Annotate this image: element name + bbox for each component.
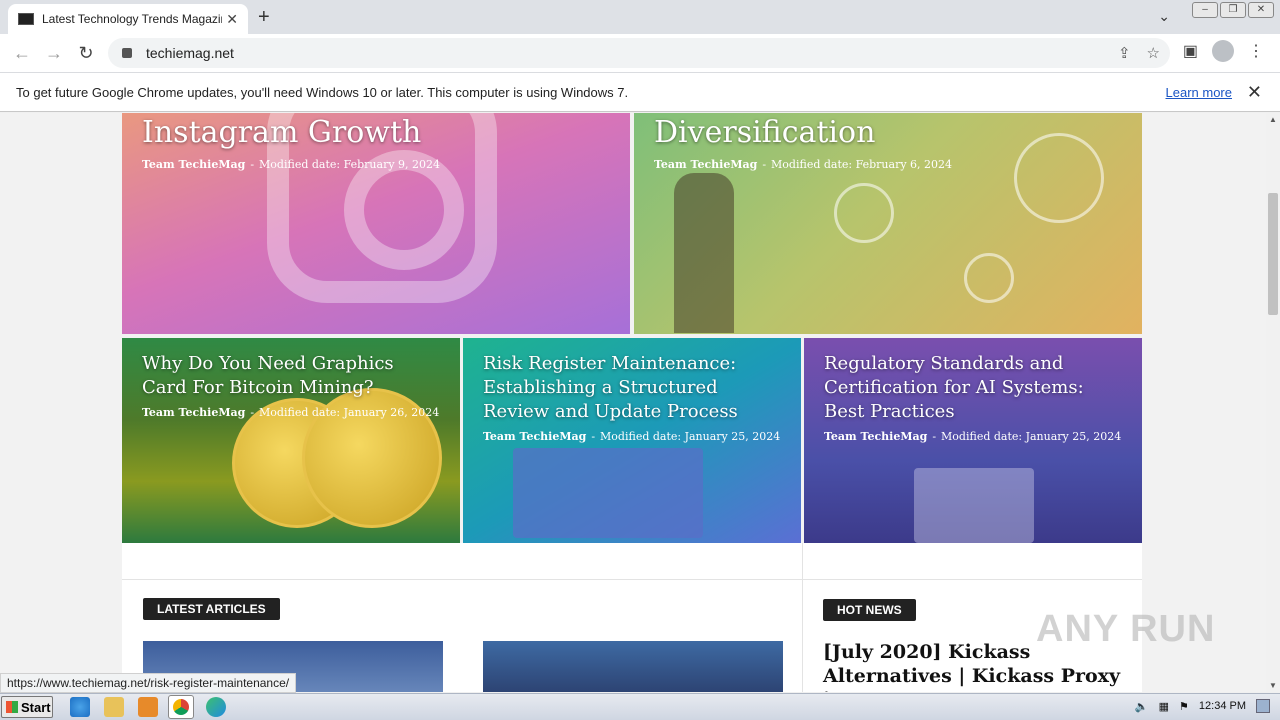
system-tray: 🔈 ▦ ⚑ 12:34 PM <box>1135 699 1270 713</box>
chrome-icon <box>173 699 189 715</box>
media-player-icon[interactable] <box>138 697 158 717</box>
address-bar[interactable]: techiemag.net ⇪ ☆ <box>108 38 1170 68</box>
new-tab-icon[interactable]: + <box>258 6 270 29</box>
site-favicon-icon <box>18 13 34 25</box>
infobar-close-icon[interactable]: ✕ <box>1247 82 1262 103</box>
lock-icon <box>122 48 132 58</box>
featured-title[interactable]: Regulatory Standards and Certification f… <box>824 352 1124 424</box>
clock[interactable]: 12:34 PM <box>1199 700 1246 712</box>
author[interactable]: Team TechieMag <box>142 158 245 171</box>
featured-title[interactable]: Instagram Growth <box>142 115 421 150</box>
network-icon[interactable]: ▦ <box>1159 700 1169 713</box>
forward-icon[interactable]: → <box>38 43 70 64</box>
network-image <box>834 183 894 243</box>
scroll-down-icon[interactable]: ▼ <box>1269 681 1277 690</box>
browser-tab[interactable]: Latest Technology Trends Magazine - ✕ <box>8 4 248 34</box>
author[interactable]: Team TechieMag <box>654 158 757 171</box>
scroll-up-icon[interactable]: ▲ <box>1269 115 1277 124</box>
laptop-image <box>513 448 703 538</box>
featured-card[interactable]: Diversification Team TechieMag - Modified … <box>634 113 1142 334</box>
page-scrollbar[interactable]: ▲ ▼ <box>1266 113 1280 692</box>
latest-articles-heading: LATEST ARTICLES <box>143 598 280 620</box>
windows-logo-icon <box>6 701 18 713</box>
tab-strip: Latest Technology Trends Magazine - ✕ + … <box>0 0 1280 34</box>
url-text: techiemag.net <box>146 45 234 61</box>
share-icon[interactable]: ⇪ <box>1118 44 1131 62</box>
scroll-thumb[interactable] <box>1268 193 1278 315</box>
page-viewport: Instagram Growth Team TechieMag - Modified… <box>0 113 1266 692</box>
post-meta: Team TechieMag - Modified date: January 25… <box>824 430 1122 443</box>
featured-card[interactable]: Risk Register Maintenance: Establishing … <box>463 338 801 543</box>
file-explorer-icon[interactable] <box>104 697 124 717</box>
section-divider <box>122 579 1142 580</box>
learn-more-link[interactable]: Learn more <box>1166 85 1232 100</box>
post-meta: Team TechieMag - Modified date: February 6… <box>654 158 953 171</box>
author[interactable]: Team TechieMag <box>824 430 927 443</box>
start-label: Start <box>21 699 51 715</box>
menu-kebab-icon[interactable]: ⋮ <box>1248 41 1264 61</box>
post-date: Modified date: February 6, 2024 <box>771 158 953 171</box>
tab-search-chevron-icon[interactable]: ⌄ <box>1158 8 1170 25</box>
infobar-message: To get future Google Chrome updates, you… <box>16 84 629 100</box>
show-desktop-button[interactable] <box>1256 699 1270 713</box>
featured-card[interactable]: Why Do You Need Graphics Card For Bitcoi… <box>122 338 460 543</box>
windows-taskbar: Start 🔈 ▦ ⚑ 12:34 PM <box>0 693 1280 720</box>
start-button[interactable]: Start <box>1 696 53 718</box>
browser-toolbar: ← → ↻ techiemag.net ⇪ ☆ ▣ ⋮ <box>0 34 1280 72</box>
post-date: Modified date: January 25, 2024 <box>941 430 1122 443</box>
volume-icon[interactable]: 🔈 <box>1135 700 1149 713</box>
window-controls: – ❐ ✕ <box>1192 2 1274 18</box>
internet-explorer-icon[interactable] <box>70 697 90 717</box>
post-meta: Team TechieMag - Modified date: January 26… <box>142 406 440 419</box>
laptop-image <box>914 468 1034 543</box>
side-panel-icon[interactable]: ▣ <box>1183 41 1198 61</box>
post-date: Modified date: January 25, 2024 <box>600 430 781 443</box>
featured-card[interactable]: Instagram Growth Team TechieMag - Modified… <box>122 113 630 334</box>
back-icon[interactable]: ← <box>6 43 38 64</box>
hot-news-heading: HOT NEWS <box>823 599 916 621</box>
status-bar-url: https://www.techiemag.net/risk-register-… <box>0 673 297 693</box>
featured-title[interactable]: Risk Register Maintenance: Establishing … <box>483 352 783 424</box>
restore-button[interactable]: ❐ <box>1220 2 1246 18</box>
featured-card[interactable]: Regulatory Standards and Certification f… <box>804 338 1142 543</box>
author[interactable]: Team TechieMag <box>142 406 245 419</box>
tab-title: Latest Technology Trends Magazine - <box>42 12 222 26</box>
post-date: Modified date: January 26, 2024 <box>259 406 440 419</box>
article-thumbnail[interactable] <box>483 641 783 692</box>
network-image <box>964 253 1014 303</box>
update-infobar: To get future Google Chrome updates, you… <box>0 72 1280 112</box>
featured-title[interactable]: Diversification <box>654 115 875 150</box>
network-image <box>1014 133 1104 223</box>
reload-icon[interactable]: ↻ <box>70 43 102 64</box>
post-meta: Team TechieMag - Modified date: February 9… <box>142 158 441 171</box>
edge-icon[interactable] <box>206 697 226 717</box>
column-divider <box>802 543 803 692</box>
post-date: Modified date: February 9, 2024 <box>259 158 441 171</box>
person-silhouette-image <box>674 173 734 333</box>
profile-avatar[interactable] <box>1212 40 1234 62</box>
tab-close-icon[interactable]: ✕ <box>226 11 238 28</box>
chrome-taskbar-button[interactable] <box>168 695 194 719</box>
author[interactable]: Team TechieMag <box>483 430 586 443</box>
post-meta: Team TechieMag - Modified date: January 25… <box>483 430 781 443</box>
close-window-button[interactable]: ✕ <box>1248 2 1274 18</box>
minimize-button[interactable]: – <box>1192 2 1218 18</box>
anyrun-watermark: ANY RUN <box>1036 608 1216 650</box>
bookmark-star-icon[interactable]: ☆ <box>1147 44 1160 62</box>
action-center-flag-icon[interactable]: ⚑ <box>1179 700 1189 713</box>
featured-title[interactable]: Why Do You Need Graphics Card For Bitcoi… <box>142 352 442 400</box>
